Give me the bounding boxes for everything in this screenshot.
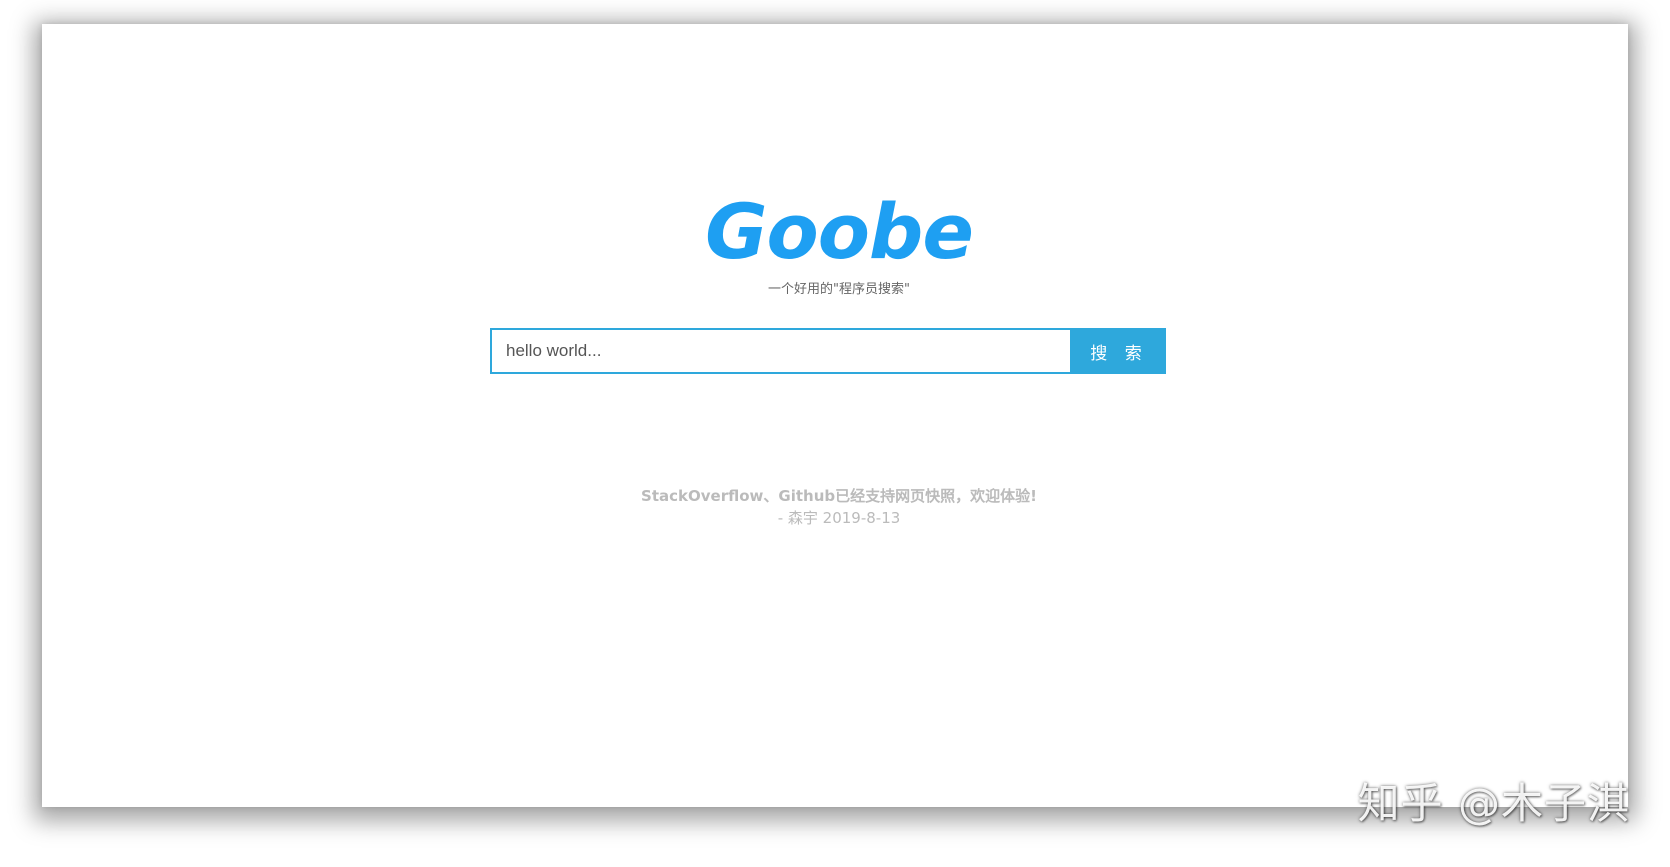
site-logo[interactable]: Goobe xyxy=(46,194,1632,270)
announcement-message: StackOverflow、Github已经支持网页快照，欢迎体验! xyxy=(641,487,1037,505)
search-button[interactable]: 搜 索 xyxy=(1072,328,1166,374)
site-tagline: 一个好用的"程序员搜索" xyxy=(768,282,910,297)
screenshot-stage: Goobe 一个好用的"程序员搜索" 搜 索 StackOverflow、Git… xyxy=(0,0,1670,867)
announcement-signature: - 森宇 2019-8-13 xyxy=(777,509,901,527)
zhihu-watermark: 知乎 @木子淇 xyxy=(1357,779,1630,828)
search-bar: 搜 索 xyxy=(490,328,1166,374)
search-input[interactable] xyxy=(490,328,1072,374)
browser-page: Goobe 一个好用的"程序员搜索" 搜 索 StackOverflow、Git… xyxy=(42,24,1628,807)
